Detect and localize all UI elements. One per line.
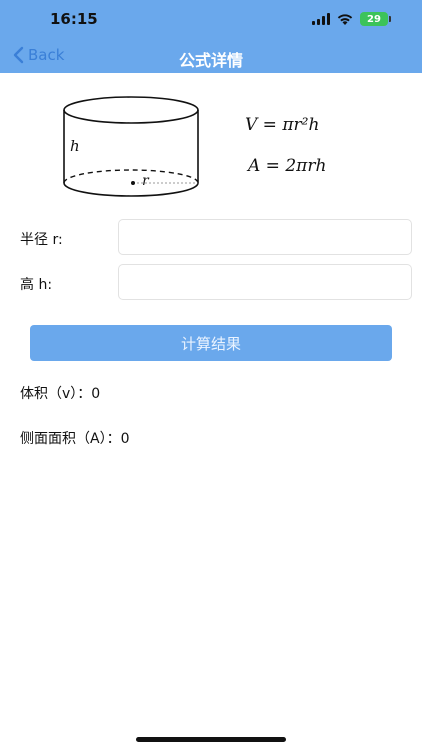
height-label: 高 h:: [20, 277, 53, 293]
area-formula: A = 2πrh: [248, 156, 327, 176]
status-indicators: 29: [312, 12, 391, 26]
page-title: 公式详情: [178, 51, 243, 70]
calculate-button[interactable]: 计算结果: [30, 325, 392, 361]
radius-label: 半径 r:: [20, 232, 63, 248]
signal-icon: [312, 13, 330, 25]
status-time: 16:15: [50, 10, 98, 28]
height-label: h: [70, 137, 80, 155]
height-input[interactable]: [118, 264, 412, 300]
formula-detail-screen: 16:15 29 Back 公式详情 h r V = πr²h A = 2πrh…: [0, 0, 422, 750]
home-indicator: [136, 737, 286, 742]
lateral-area-result: 侧面面积（A）：0: [20, 431, 130, 447]
cylinder-diagram: h r: [63, 96, 199, 197]
volume-formula: V = πr²h: [245, 115, 320, 135]
wifi-icon: [337, 14, 353, 25]
navigation-bar: 16:15 29 Back 公式详情: [0, 0, 422, 73]
volume-result: 体积（v）：0: [20, 386, 101, 402]
radius-input[interactable]: [118, 219, 412, 255]
radius-label: r: [142, 173, 150, 189]
battery-icon: 29: [360, 12, 391, 26]
